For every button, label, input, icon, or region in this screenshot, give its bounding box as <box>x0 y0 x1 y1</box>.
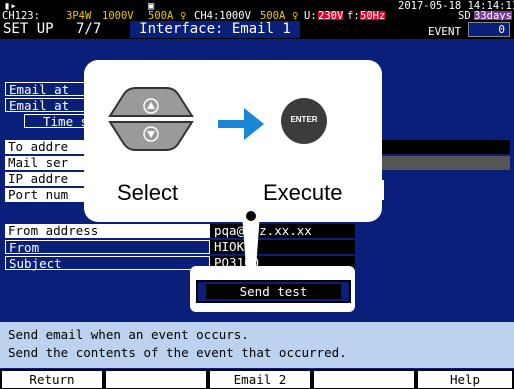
setting-subject[interactable]: Subject <box>5 256 210 271</box>
page-indicator: 7/7 <box>76 21 102 37</box>
f4-key[interactable] <box>314 371 414 388</box>
event-label: EVENT <box>428 25 462 38</box>
send-test-button[interactable]: Send test <box>196 280 351 303</box>
f2-key[interactable] <box>106 371 206 388</box>
select-label: Select <box>117 180 179 205</box>
setting-from[interactable]: From <box>5 240 210 255</box>
help-message-line-2: Send the contents of the event that occu… <box>8 345 347 360</box>
from-address-value[interactable]: pqa@xyz.xx.xx <box>210 224 355 238</box>
function-key-bar: Return Email 2 Help <box>0 369 514 389</box>
up-down-keys-icon <box>108 87 194 151</box>
menu-name: SET UP <box>3 21 54 37</box>
help-message-line-1: Send email when an event occurs. <box>8 327 249 342</box>
setting-email-at-1[interactable]: Email at <box>5 82 95 97</box>
enter-key-icon: ENTER <box>281 98 327 144</box>
from-value[interactable]: HIOKI <box>210 240 355 254</box>
callout-pointer <box>242 211 260 268</box>
setting-from-address[interactable]: From address <box>5 224 210 238</box>
f1-return-key[interactable]: Return <box>2 371 102 388</box>
mail-server-value[interactable] <box>380 156 510 170</box>
event-count: 0 <box>468 22 510 37</box>
instrument-screen: ▮▸ ▣ 2017-05-18 14:14:11 CH123: 3P4W 100… <box>0 0 514 389</box>
arrow-right-icon <box>218 108 264 140</box>
page-title: Interface: Email 1 <box>130 21 300 38</box>
f5-help-key[interactable]: Help <box>418 371 512 388</box>
setting-email-at-2[interactable]: Email at <box>5 98 95 113</box>
to-address-value[interactable] <box>380 140 510 154</box>
send-test-label: Send test <box>206 284 341 299</box>
help-message: Send email when an event occurs. Send th… <box>0 322 514 368</box>
title-bar: SET UP 7/7 Interface: Email 1 EVENT 0 <box>0 20 514 39</box>
f3-email-2-key[interactable]: Email 2 <box>210 371 310 388</box>
status-header: ▮▸ ▣ 2017-05-18 14:14:11 CH123: 3P4W 100… <box>0 0 514 21</box>
execute-label: Execute <box>263 180 343 205</box>
